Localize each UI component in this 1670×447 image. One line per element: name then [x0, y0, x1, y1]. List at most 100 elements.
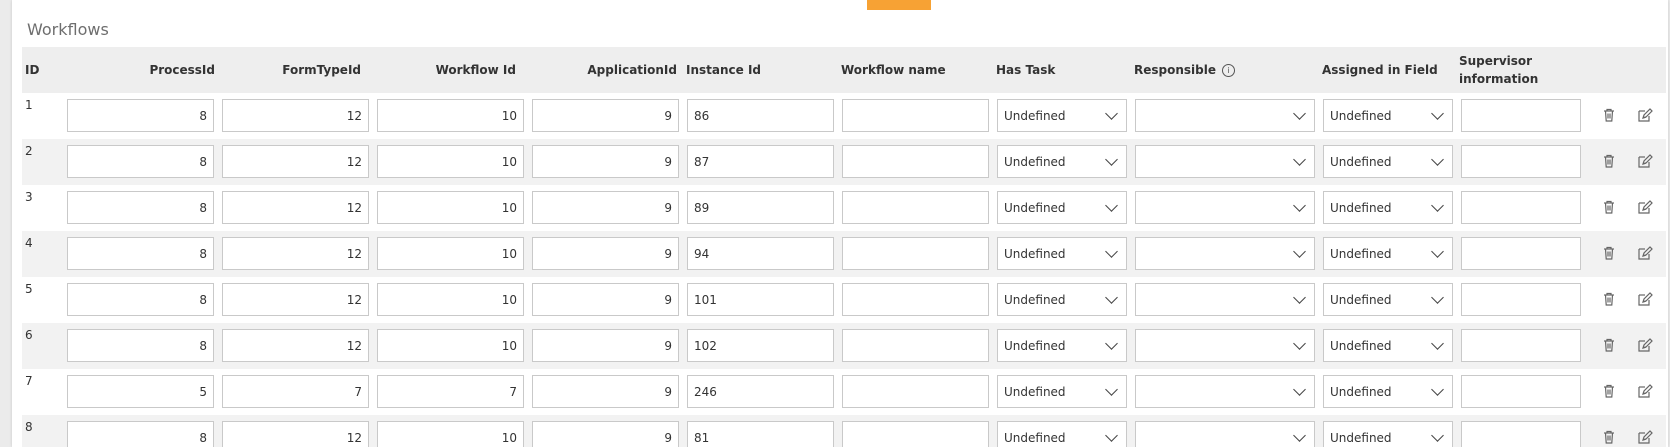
workflow-name-input[interactable] — [842, 375, 989, 408]
assigned-in-field-select[interactable]: Undefined — [1323, 329, 1453, 362]
responsible-select[interactable] — [1135, 329, 1315, 362]
accent-tab[interactable] — [867, 0, 931, 10]
workflow-id-input[interactable]: 10 — [377, 191, 524, 224]
edit-icon[interactable] — [1637, 291, 1653, 307]
workflow-id-input[interactable]: 10 — [377, 237, 524, 270]
process-id-input[interactable]: 8 — [67, 237, 214, 270]
assigned-in-field-select[interactable]: Undefined — [1323, 191, 1453, 224]
workflow-name-input[interactable] — [842, 237, 989, 270]
workflow-name-input[interactable] — [842, 283, 989, 316]
application-id-input[interactable]: 9 — [532, 421, 679, 447]
process-id-input[interactable]: 8 — [67, 329, 214, 362]
application-id-input[interactable]: 9 — [532, 329, 679, 362]
workflow-id-input[interactable]: 10 — [377, 283, 524, 316]
responsible-select[interactable] — [1135, 237, 1315, 270]
instance-id-input[interactable]: 101 — [687, 283, 834, 316]
workflow-name-input[interactable] — [842, 421, 989, 447]
edit-icon[interactable] — [1637, 337, 1653, 353]
responsible-select[interactable] — [1135, 421, 1315, 447]
edit-icon[interactable] — [1637, 429, 1653, 445]
responsible-select[interactable] — [1135, 191, 1315, 224]
supervisor-information-input[interactable] — [1461, 329, 1581, 362]
workflow-id-input[interactable]: 7 — [377, 375, 524, 408]
instance-id-input[interactable]: 94 — [687, 237, 834, 270]
process-id-input[interactable]: 8 — [67, 99, 214, 132]
info-icon[interactable]: i — [1222, 63, 1235, 77]
edit-icon[interactable] — [1637, 199, 1653, 215]
form-type-id-input[interactable]: 12 — [222, 237, 369, 270]
workflow-id-input[interactable]: 10 — [377, 421, 524, 447]
trash-icon[interactable] — [1601, 199, 1617, 215]
has-task-select[interactable]: Undefined — [997, 191, 1127, 224]
trash-icon[interactable] — [1601, 153, 1617, 169]
instance-id-input[interactable]: 102 — [687, 329, 834, 362]
edit-icon[interactable] — [1637, 153, 1653, 169]
trash-icon[interactable] — [1601, 383, 1617, 399]
form-type-id-input[interactable]: 12 — [222, 329, 369, 362]
instance-id-input[interactable]: 87 — [687, 145, 834, 178]
form-type-id-input[interactable]: 12 — [222, 283, 369, 316]
has-task-select[interactable]: Undefined — [997, 283, 1127, 316]
workflow-name-input[interactable] — [842, 191, 989, 224]
has-task-select[interactable]: Undefined — [997, 329, 1127, 362]
process-id-input[interactable]: 8 — [67, 421, 214, 447]
responsible-select[interactable] — [1135, 99, 1315, 132]
application-id-input[interactable]: 9 — [532, 237, 679, 270]
has-task-select[interactable]: Undefined — [997, 421, 1127, 447]
application-id-input[interactable]: 9 — [532, 191, 679, 224]
trash-icon[interactable] — [1601, 429, 1617, 445]
assigned-in-field-select[interactable]: Undefined — [1323, 99, 1453, 132]
supervisor-information-input[interactable] — [1461, 421, 1581, 447]
instance-id-input[interactable]: 246 — [687, 375, 834, 408]
instance-id-input[interactable]: 89 — [687, 191, 834, 224]
supervisor-information-input[interactable] — [1461, 375, 1581, 408]
trash-icon[interactable] — [1601, 245, 1617, 261]
form-type-id-input[interactable]: 12 — [222, 421, 369, 447]
supervisor-information-input[interactable] — [1461, 283, 1581, 316]
instance-id-input[interactable]: 81 — [687, 421, 834, 447]
form-type-id-input[interactable]: 7 — [222, 375, 369, 408]
workflow-id-input[interactable]: 10 — [377, 99, 524, 132]
process-id-input[interactable]: 8 — [67, 145, 214, 178]
assigned-in-field-select[interactable]: Undefined — [1323, 375, 1453, 408]
workflow-name-input[interactable] — [842, 329, 989, 362]
supervisor-information-input[interactable] — [1461, 237, 1581, 270]
trash-icon[interactable] — [1601, 291, 1617, 307]
edit-icon[interactable] — [1637, 245, 1653, 261]
application-id-input[interactable]: 9 — [532, 99, 679, 132]
has-task-select[interactable]: Undefined — [997, 375, 1127, 408]
has-task-select[interactable]: Undefined — [997, 145, 1127, 178]
responsible-select[interactable] — [1135, 283, 1315, 316]
form-type-id-input[interactable]: 12 — [222, 191, 369, 224]
application-id-input[interactable]: 9 — [532, 283, 679, 316]
workflow-name-input[interactable] — [842, 145, 989, 178]
supervisor-information-input[interactable] — [1461, 145, 1581, 178]
assigned-in-field-select[interactable]: Undefined — [1323, 421, 1453, 447]
workflow-id-input[interactable]: 10 — [377, 329, 524, 362]
workflow-name-input[interactable] — [842, 99, 989, 132]
supervisor-information-input[interactable] — [1461, 99, 1581, 132]
process-id-input[interactable]: 8 — [67, 191, 214, 224]
application-id-input[interactable]: 9 — [532, 375, 679, 408]
header-responsible: Responsible i — [1134, 47, 1320, 93]
supervisor-information-input[interactable] — [1461, 191, 1581, 224]
trash-icon[interactable] — [1601, 107, 1617, 123]
trash-icon[interactable] — [1601, 337, 1617, 353]
process-id-input[interactable]: 8 — [67, 283, 214, 316]
form-type-id-input[interactable]: 12 — [222, 99, 369, 132]
application-id-input[interactable]: 9 — [532, 145, 679, 178]
edit-icon[interactable] — [1637, 383, 1653, 399]
workflow-id-input[interactable]: 10 — [377, 145, 524, 178]
form-type-id-input[interactable]: 12 — [222, 145, 369, 178]
instance-id-input[interactable]: 86 — [687, 99, 834, 132]
assigned-in-field-select[interactable]: Undefined — [1323, 283, 1453, 316]
form-type-id-value: 12 — [346, 430, 362, 445]
assigned-in-field-select[interactable]: Undefined — [1323, 145, 1453, 178]
process-id-input[interactable]: 5 — [67, 375, 214, 408]
responsible-select[interactable] — [1135, 145, 1315, 178]
has-task-select[interactable]: Undefined — [997, 237, 1127, 270]
assigned-in-field-select[interactable]: Undefined — [1323, 237, 1453, 270]
edit-icon[interactable] — [1637, 107, 1653, 123]
responsible-select[interactable] — [1135, 375, 1315, 408]
has-task-select[interactable]: Undefined — [997, 99, 1127, 132]
